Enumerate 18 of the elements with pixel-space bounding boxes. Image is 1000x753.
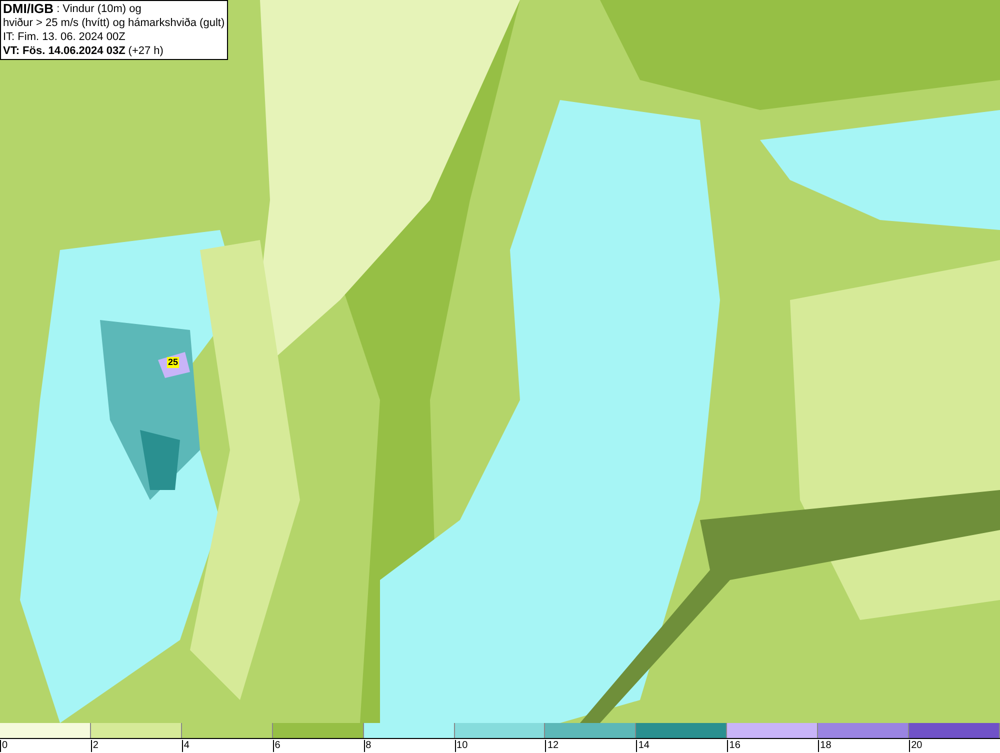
- legend-tick-label: 6: [272, 740, 280, 752]
- initial-time: IT: Fim. 13. 06. 2024 00Z: [3, 30, 126, 44]
- chart-description: hviður > 25 m/s (hvítt) og hámarkshviða (gult): [3, 16, 225, 30]
- chart-title: : Vindur (10m) og: [56, 2, 142, 16]
- valid-time: VT: Fös. 14.06.2024 03Z: [3, 44, 126, 58]
- legend-tick-label: 0: [0, 740, 8, 752]
- forecast-offset: (+27 h): [128, 44, 164, 58]
- legend-tick-label: 18: [818, 740, 832, 752]
- legend-tick-label: 2: [90, 740, 98, 752]
- legend-tick-label: 16: [727, 740, 740, 752]
- legend-tick-label: 14: [636, 740, 650, 752]
- legend-tick-label: 12: [545, 740, 559, 752]
- chart-source: DMI/IGB: [3, 2, 54, 16]
- legend-tick-label: 8: [364, 740, 372, 752]
- legend-tick-label: 20: [909, 740, 922, 752]
- legend-tick-label: 4: [182, 740, 190, 752]
- gust-label: 25: [167, 357, 180, 368]
- legend-tick-label: 10: [454, 740, 468, 752]
